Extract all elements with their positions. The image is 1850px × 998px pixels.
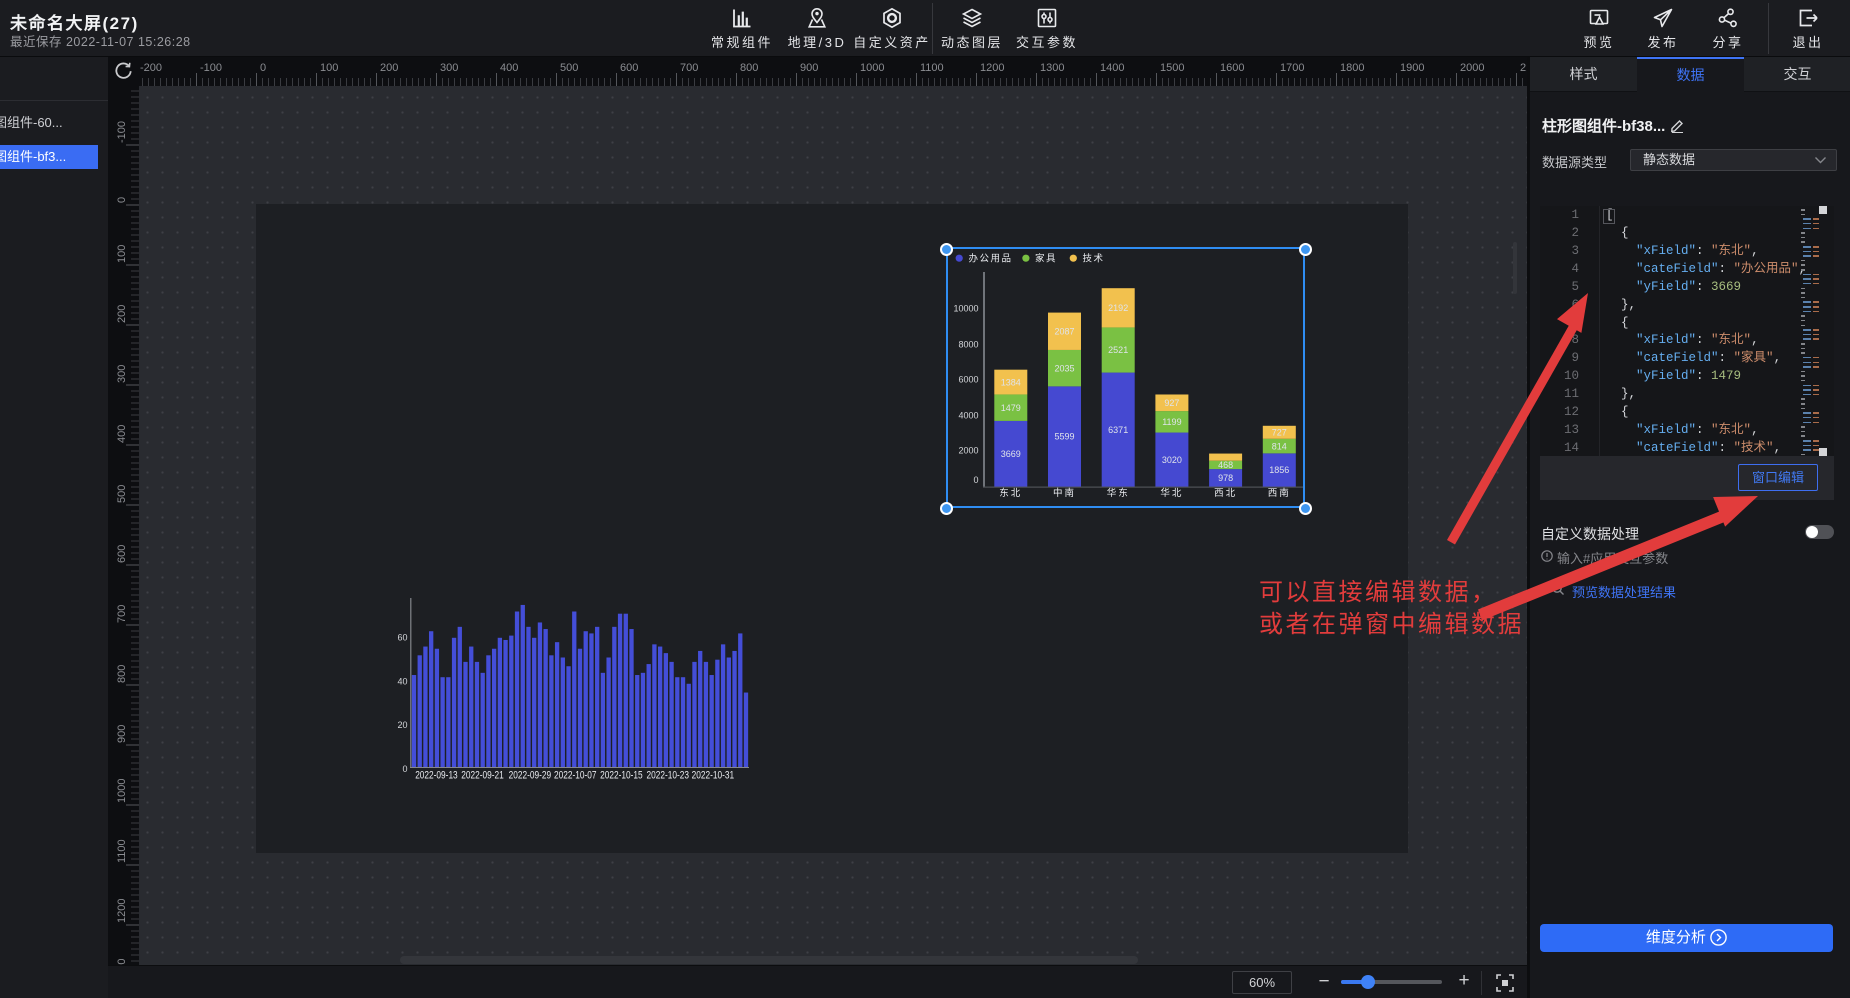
svg-text:60: 60 [397,633,407,643]
svg-text:2022-10-15: 2022-10-15 [600,770,643,782]
svg-text:2022-10-23: 2022-10-23 [647,770,690,782]
svg-text:2022-09-21: 2022-09-21 [461,770,504,782]
svg-text:2022-09-13: 2022-09-13 [415,770,458,782]
svg-text:40: 40 [397,676,407,686]
svg-text:2022-10-31: 2022-10-31 [692,770,735,782]
svg-text:2022-10-07: 2022-10-07 [554,770,597,782]
svg-text:0: 0 [402,764,407,774]
svg-text:2022-09-29: 2022-09-29 [509,770,551,782]
svg-text:20: 20 [397,720,407,730]
